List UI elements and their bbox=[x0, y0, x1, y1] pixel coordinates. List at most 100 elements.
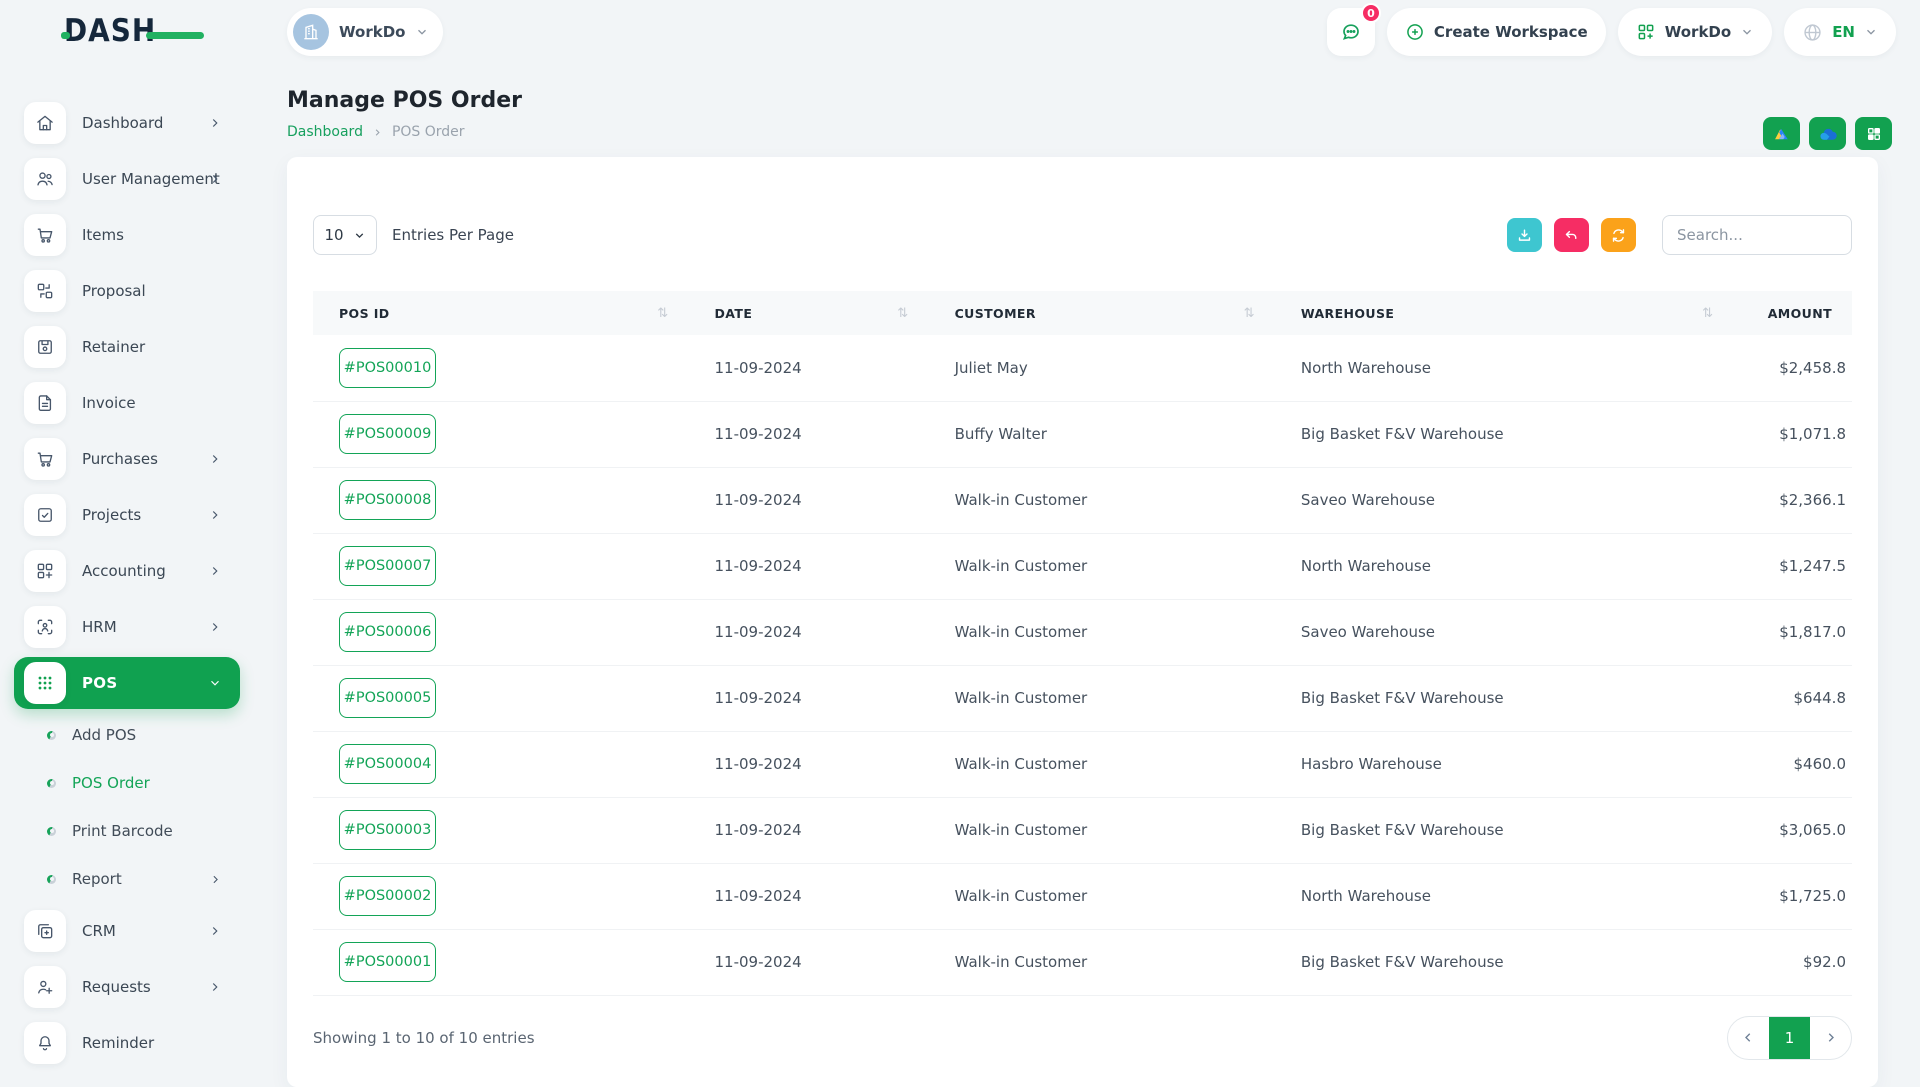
sort-icon[interactable]: ⇅ bbox=[1244, 306, 1255, 321]
export-button[interactable] bbox=[1507, 218, 1542, 252]
pos-id-badge[interactable]: #POS00009 bbox=[339, 414, 436, 454]
column-header-warehouse[interactable]: WAREHOUSE⇅ bbox=[1275, 291, 1734, 335]
sort-icon[interactable]: ⇅ bbox=[657, 306, 668, 321]
pos-id-cell: #POS00002 bbox=[313, 863, 689, 929]
chevron-down-icon bbox=[208, 676, 222, 690]
table-row[interactable]: #POS00003 11-09-2024 Walk-in Customer Bi… bbox=[313, 797, 1852, 863]
messages-button[interactable]: 0 bbox=[1327, 8, 1375, 56]
sidebar-item-user-management[interactable]: User Management bbox=[0, 151, 240, 207]
chevron-right-icon bbox=[208, 172, 222, 186]
workspace-avatar bbox=[293, 14, 329, 50]
bullet-icon bbox=[47, 827, 56, 836]
sidebar-item-pos[interactable]: POS bbox=[14, 657, 240, 709]
pos-id-badge[interactable]: #POS00002 bbox=[339, 876, 436, 916]
sidebar-item-accounting[interactable]: Accounting bbox=[0, 543, 240, 599]
bullet-icon bbox=[47, 779, 56, 788]
sidebar-item-purchases[interactable]: Purchases bbox=[0, 431, 240, 487]
sidebar-subitem-report[interactable]: Report bbox=[0, 855, 240, 903]
search-input[interactable] bbox=[1662, 215, 1852, 255]
current-page[interactable]: 1 bbox=[1769, 1017, 1810, 1059]
table-row[interactable]: #POS00004 11-09-2024 Walk-in Customer Ha… bbox=[313, 731, 1852, 797]
warehouse-cell: Big Basket F&V Warehouse bbox=[1275, 797, 1734, 863]
table-body: #POS00010 11-09-2024 Juliet May North Wa… bbox=[313, 335, 1852, 995]
cart-icon bbox=[24, 438, 66, 480]
table-row[interactable]: #POS00008 11-09-2024 Walk-in Customer Sa… bbox=[313, 467, 1852, 533]
sidebar-item-crm[interactable]: CRM bbox=[0, 903, 240, 959]
pos-id-badge[interactable]: #POS00003 bbox=[339, 810, 436, 850]
sidebar-item-projects[interactable]: Projects bbox=[0, 487, 240, 543]
pos-id-badge[interactable]: #POS00001 bbox=[339, 942, 436, 982]
date-cell: 11-09-2024 bbox=[689, 533, 929, 599]
bullet-icon bbox=[47, 731, 56, 740]
previous-page-button[interactable] bbox=[1728, 1017, 1769, 1059]
dash-logo[interactable]: DASH bbox=[64, 13, 214, 51]
next-page-button[interactable] bbox=[1810, 1017, 1851, 1059]
building-icon bbox=[301, 22, 321, 42]
date-cell: 11-09-2024 bbox=[689, 467, 929, 533]
pos-id-badge[interactable]: #POS00006 bbox=[339, 612, 436, 652]
amount-cell: $460.0 bbox=[1733, 731, 1852, 797]
refresh-icon bbox=[1610, 227, 1627, 244]
amount-cell: $1,247.5 bbox=[1733, 533, 1852, 599]
topbar: DASH WorkDo 0 Create Workspace WorkDo EN bbox=[0, 0, 1920, 64]
sidebar-subitem-add-pos[interactable]: Add POS bbox=[0, 711, 240, 759]
sort-icon[interactable]: ⇅ bbox=[1702, 306, 1713, 321]
workspace-menu[interactable]: WorkDo bbox=[1618, 8, 1772, 56]
user-plus-icon bbox=[24, 966, 66, 1008]
pos-id-cell: #POS00003 bbox=[313, 797, 689, 863]
workspace-switcher[interactable]: WorkDo bbox=[287, 8, 443, 56]
warehouse-cell: Big Basket F&V Warehouse bbox=[1275, 665, 1734, 731]
pos-id-badge[interactable]: #POS00005 bbox=[339, 678, 436, 718]
sidebar-item-requests[interactable]: Requests bbox=[0, 959, 240, 1015]
sidebar-item-proposal[interactable]: Proposal bbox=[0, 263, 240, 319]
sidebar-item-retainer[interactable]: Retainer bbox=[0, 319, 240, 375]
onedrive-icon bbox=[1818, 127, 1837, 141]
refresh-button[interactable] bbox=[1601, 218, 1636, 252]
sidebar-item-items[interactable]: Items bbox=[0, 207, 240, 263]
table-row[interactable]: #POS00001 11-09-2024 Walk-in Customer Bi… bbox=[313, 929, 1852, 995]
date-cell: 11-09-2024 bbox=[689, 665, 929, 731]
table-row[interactable]: #POS00002 11-09-2024 Walk-in Customer No… bbox=[313, 863, 1852, 929]
sort-icon[interactable]: ⇅ bbox=[897, 306, 908, 321]
language-selector[interactable]: EN bbox=[1784, 8, 1896, 56]
google-drive-button[interactable] bbox=[1763, 117, 1800, 150]
table-row[interactable]: #POS00006 11-09-2024 Walk-in Customer Sa… bbox=[313, 599, 1852, 665]
column-header-pos-id[interactable]: POS ID⇅ bbox=[313, 291, 689, 335]
sidebar-subitem-print-barcode[interactable]: Print Barcode bbox=[0, 807, 240, 855]
sidebar-item-reminder[interactable]: Reminder bbox=[0, 1015, 240, 1071]
chevron-down-icon bbox=[415, 25, 429, 39]
grid-view-button[interactable] bbox=[1855, 117, 1892, 150]
sidebar-item-invoice[interactable]: Invoice bbox=[0, 375, 240, 431]
pos-id-badge[interactable]: #POS00004 bbox=[339, 744, 436, 784]
table-row[interactable]: #POS00005 11-09-2024 Walk-in Customer Bi… bbox=[313, 665, 1852, 731]
home-icon bbox=[24, 102, 66, 144]
pos-id-badge[interactable]: #POS00010 bbox=[339, 348, 436, 388]
chevron-right-icon bbox=[208, 116, 222, 130]
breadcrumb-current: POS Order bbox=[392, 124, 465, 140]
grid-plus-icon bbox=[1636, 22, 1656, 42]
pos-id-badge[interactable]: #POS00008 bbox=[339, 480, 436, 520]
google-drive-icon bbox=[1773, 126, 1790, 142]
amount-cell: $1,725.0 bbox=[1733, 863, 1852, 929]
sidebar-subitem-pos-order[interactable]: POS Order bbox=[0, 759, 240, 807]
create-workspace-button[interactable]: Create Workspace bbox=[1387, 8, 1606, 56]
logo-accent-dot bbox=[61, 32, 70, 39]
entries-per-page-select[interactable]: 10 bbox=[313, 215, 377, 255]
sidebar-item-dashboard[interactable]: Dashboard bbox=[0, 95, 240, 151]
table-row[interactable]: #POS00007 11-09-2024 Walk-in Customer No… bbox=[313, 533, 1852, 599]
breadcrumb-dashboard-link[interactable]: Dashboard bbox=[287, 124, 363, 140]
column-header-customer[interactable]: CUSTOMER⇅ bbox=[929, 291, 1275, 335]
table-row[interactable]: #POS00009 11-09-2024 Buffy Walter Big Ba… bbox=[313, 401, 1852, 467]
sidebar-item-hrm[interactable]: HRM bbox=[0, 599, 240, 655]
pos-id-badge[interactable]: #POS00007 bbox=[339, 546, 436, 586]
pagination: 1 bbox=[1727, 1016, 1852, 1060]
onedrive-button[interactable] bbox=[1809, 117, 1846, 150]
column-header-date[interactable]: DATE⇅ bbox=[689, 291, 929, 335]
amount-cell: $92.0 bbox=[1733, 929, 1852, 995]
reset-button[interactable] bbox=[1554, 218, 1589, 252]
users-icon bbox=[24, 158, 66, 200]
table-row[interactable]: #POS00010 11-09-2024 Juliet May North Wa… bbox=[313, 335, 1852, 401]
column-header-amount[interactable]: AMOUNT bbox=[1733, 291, 1852, 335]
pos-id-cell: #POS00004 bbox=[313, 731, 689, 797]
messages-badge: 0 bbox=[1361, 3, 1381, 23]
